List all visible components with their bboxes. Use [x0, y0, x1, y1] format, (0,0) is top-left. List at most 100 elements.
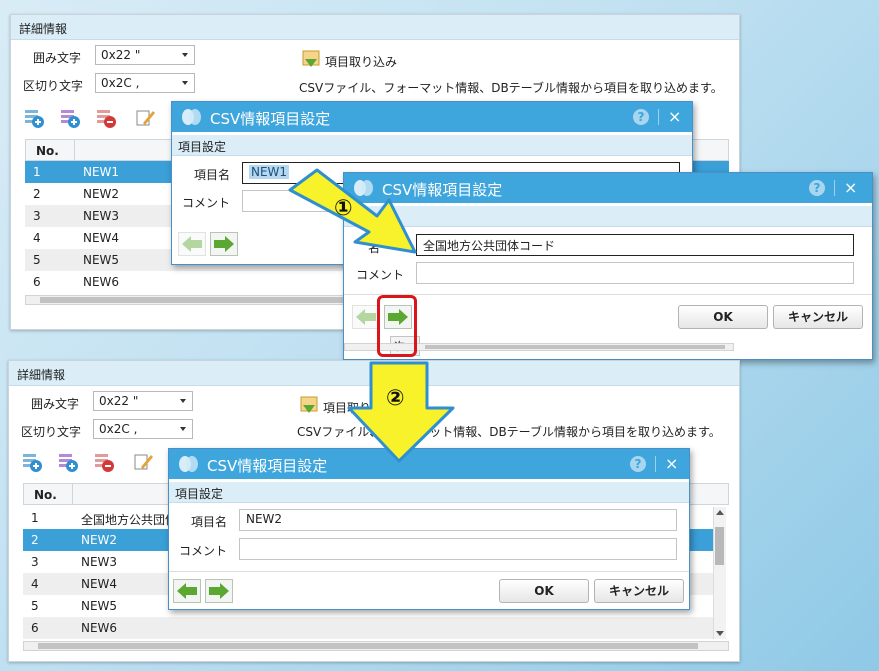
delimiter-value: 0x2C , [99, 422, 138, 436]
divider [169, 571, 689, 572]
scrollbar-thumb[interactable] [715, 527, 724, 565]
section-label: 項目設定 [175, 487, 224, 501]
close-icon[interactable]: × [668, 107, 681, 126]
no-column-header: No. [36, 144, 59, 158]
import-description: CSVファイル、フォーマット情報、DBテーブル情報から項目を取り込めます。 [299, 81, 723, 95]
close-icon[interactable]: × [665, 454, 678, 473]
row-name: NEW3 [83, 209, 120, 223]
edit-icon[interactable] [133, 451, 155, 473]
enclosure-label: 囲み文字 [33, 51, 82, 65]
import-icon[interactable] [299, 49, 323, 71]
dialog-title: CSV情報項目設定 [210, 110, 331, 128]
row-number: 5 [33, 253, 41, 267]
arrow-left-icon [177, 583, 197, 599]
row-number: 1 [31, 511, 39, 525]
item-name-label: 項目名 [194, 168, 231, 182]
next-button-highlight [377, 295, 417, 357]
edit-icon[interactable] [135, 107, 157, 129]
step-1-arrow [288, 168, 417, 254]
row-number: 4 [33, 231, 41, 245]
divider [344, 294, 872, 295]
logo-icon [182, 109, 201, 125]
cancel-button[interactable]: キャンセル [594, 579, 684, 603]
ok-button[interactable]: OK [499, 579, 589, 603]
horizontal-scrollbar[interactable] [23, 641, 729, 651]
row-number: 6 [33, 275, 41, 289]
add-row-icon[interactable] [21, 451, 43, 473]
row-number: 5 [31, 599, 39, 613]
cancel-button[interactable]: キャンセル [773, 305, 863, 329]
row-name: NEW5 [81, 599, 118, 613]
delete-row-icon[interactable] [93, 451, 115, 473]
arrow-left-icon [356, 309, 376, 325]
table-row[interactable]: 6 NEW6 [23, 617, 715, 639]
detail-label: 詳細情報 [19, 22, 68, 36]
item-name-value: 全国地方公共団体コード [423, 239, 556, 253]
delimiter-select[interactable]: 0x2C , [95, 73, 195, 93]
scrollbar-thumb[interactable] [425, 345, 725, 349]
row-name: NEW4 [81, 577, 118, 591]
delimiter-value: 0x2C , [101, 76, 140, 90]
row-name: NEW5 [83, 253, 120, 267]
import-icon[interactable] [297, 395, 321, 417]
detail-label: 詳細情報 [17, 368, 66, 382]
step-2-label: ② [386, 386, 405, 411]
import-label[interactable]: 項目取り込み [325, 53, 397, 70]
comment-input[interactable] [239, 538, 677, 560]
csv-item-dialog-3: CSV情報項目設定 ? × 項目設定 項目名 NEW2 コメント OK キャンセ… [168, 448, 690, 610]
scrollbar-thumb[interactable] [38, 643, 698, 649]
insert-row-icon[interactable] [57, 451, 79, 473]
row-name: NEW2 [83, 187, 120, 201]
help-icon[interactable]: ? [809, 180, 825, 196]
scroll-up-icon[interactable] [716, 510, 724, 515]
enclosure-label: 囲み文字 [31, 397, 80, 411]
item-name-input[interactable]: 全国地方公共団体コード [416, 234, 854, 256]
row-name: NEW2 [81, 533, 118, 547]
delimiter-select[interactable]: 0x2C , [93, 419, 193, 439]
enclosure-select[interactable]: 0x22 " [95, 45, 195, 65]
insert-row-icon[interactable] [59, 107, 81, 129]
prev-button[interactable] [352, 305, 380, 329]
section-header: 項目設定 [172, 135, 692, 156]
step-1-label: ① [334, 196, 353, 221]
prev-button[interactable] [178, 232, 206, 256]
chevron-down-icon [182, 81, 188, 85]
prev-button[interactable] [173, 579, 201, 603]
row-number: 3 [33, 209, 41, 223]
item-name-label: 項目名 [191, 515, 228, 529]
section-header: 項目設定 [169, 482, 689, 503]
delete-row-icon[interactable] [95, 107, 117, 129]
row-name: NEW6 [81, 621, 118, 635]
delimiter-label: 区切り文字 [23, 79, 84, 93]
row-number: 1 [33, 165, 41, 179]
arrow-right-icon [209, 583, 229, 599]
close-icon[interactable]: × [844, 178, 857, 197]
enclosure-value: 0x22 " [99, 394, 139, 408]
column-divider [72, 484, 73, 504]
item-name-value: NEW2 [246, 512, 283, 526]
scroll-down-icon[interactable] [716, 631, 724, 636]
panel-header: 詳細情報 [11, 15, 739, 40]
help-icon[interactable]: ? [633, 109, 649, 125]
chevron-down-icon [182, 53, 188, 57]
title-divider [834, 180, 835, 196]
arrow-left-icon [182, 236, 202, 252]
ok-button[interactable]: OK [678, 305, 768, 329]
next-button[interactable] [210, 232, 238, 256]
row-name: NEW1 [83, 165, 120, 179]
delimiter-label: 区切り文字 [21, 425, 82, 439]
help-icon[interactable]: ? [630, 456, 646, 472]
no-column-header: No. [34, 488, 57, 502]
next-button[interactable] [205, 579, 233, 603]
item-name-input[interactable]: NEW2 [239, 509, 677, 531]
comment-input[interactable] [416, 262, 854, 284]
row-number: 2 [31, 533, 39, 547]
comment-label: コメント [356, 268, 405, 282]
add-row-icon[interactable] [23, 107, 45, 129]
row-name: NEW4 [83, 231, 120, 245]
dialog-title: CSV情報項目設定 [207, 457, 328, 475]
comment-label: コメント [179, 544, 228, 558]
vertical-scrollbar[interactable] [713, 507, 726, 639]
enclosure-select[interactable]: 0x22 " [93, 391, 193, 411]
row-number: 4 [31, 577, 39, 591]
